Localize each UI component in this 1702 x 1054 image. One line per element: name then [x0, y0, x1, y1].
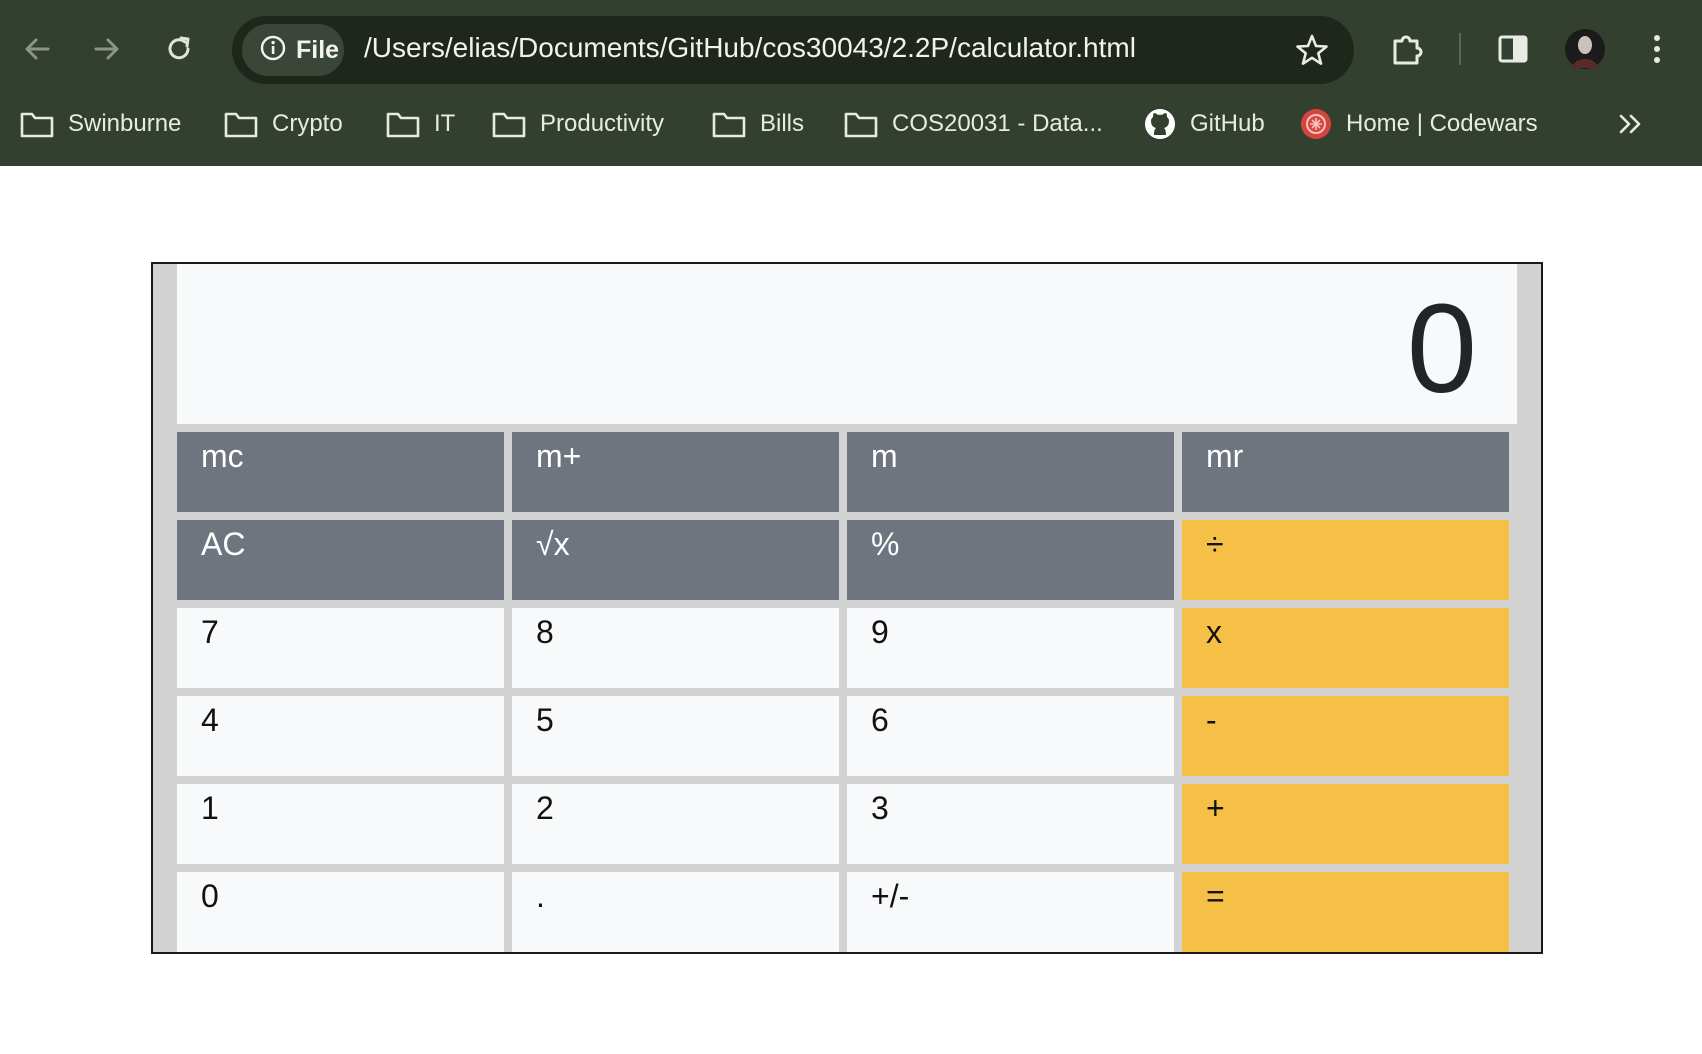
- calculator-display: 0: [177, 264, 1517, 424]
- bookmarks-bar: Swinburne Crypto IT Productivity Bills C…: [0, 104, 1702, 144]
- bookmark-github[interactable]: GitHub: [1144, 104, 1265, 144]
- folder-icon: [492, 110, 526, 138]
- url-text[interactable]: /Users/elias/Documents/GitHub/cos30043/2…: [364, 32, 1136, 64]
- key-label: .: [536, 878, 545, 914]
- key-memory-clear[interactable]: mc: [177, 432, 504, 512]
- bookmark-label: IT: [434, 110, 456, 137]
- display-value: 0: [1406, 278, 1477, 419]
- key-label: 8: [536, 614, 554, 650]
- key-memory-add[interactable]: m+: [512, 432, 839, 512]
- bookmark-label: Bills: [760, 110, 805, 137]
- more-bookmarks-chevron-icon[interactable]: [1618, 104, 1644, 144]
- bookmark-label: GitHub: [1190, 110, 1265, 137]
- bookmark-star-icon[interactable]: [1286, 24, 1338, 76]
- key-8[interactable]: 8: [512, 608, 839, 688]
- bookmark-label: COS20031 - Data...: [892, 110, 1103, 137]
- info-icon: [260, 35, 286, 66]
- github-icon: [1144, 108, 1176, 140]
- key-5[interactable]: 5: [512, 696, 839, 776]
- key-label: m: [871, 438, 898, 474]
- key-decimal[interactable]: .: [512, 872, 839, 952]
- bookmark-swinburne[interactable]: Swinburne: [20, 104, 181, 144]
- keypad: mc m+ m mr AC √x % ÷ 7 8 9 x 4 5 6 - 1 2…: [177, 432, 1511, 952]
- toolbar-divider: [1459, 33, 1461, 65]
- key-label: +/-: [871, 878, 910, 914]
- extensions-puzzle-icon[interactable]: [1384, 26, 1430, 72]
- key-label: 3: [871, 790, 889, 826]
- key-label: 0: [201, 878, 219, 914]
- key-1[interactable]: 1: [177, 784, 504, 864]
- key-9[interactable]: 9: [847, 608, 1174, 688]
- browser-chrome: File /Users/elias/Documents/GitHub/cos30…: [0, 0, 1702, 166]
- key-label: AC: [201, 526, 246, 562]
- folder-icon: [386, 110, 420, 138]
- bookmark-label: Home | Codewars: [1346, 110, 1538, 137]
- side-panel-icon[interactable]: [1490, 26, 1536, 72]
- calculator: 0 mc m+ m mr AC √x % ÷ 7 8 9 x 4 5 6 - 1…: [151, 262, 1543, 954]
- key-square-root[interactable]: √x: [512, 520, 839, 600]
- key-7[interactable]: 7: [177, 608, 504, 688]
- key-label: x: [1206, 614, 1222, 650]
- key-all-clear[interactable]: AC: [177, 520, 504, 600]
- bookmark-codewars[interactable]: Home | Codewars: [1300, 104, 1538, 144]
- key-label: 4: [201, 702, 219, 738]
- key-divide[interactable]: ÷: [1182, 520, 1509, 600]
- key-label: 7: [201, 614, 219, 650]
- bookmark-productivity[interactable]: Productivity: [492, 104, 664, 144]
- key-label: -: [1206, 702, 1217, 738]
- forward-arrow-icon[interactable]: [84, 26, 130, 72]
- key-label: 1: [201, 790, 219, 826]
- key-label: √x: [536, 526, 570, 562]
- key-label: mc: [201, 438, 244, 474]
- bookmark-bills[interactable]: Bills: [712, 104, 804, 144]
- file-chip-label: File: [296, 35, 340, 64]
- key-label: ÷: [1206, 526, 1224, 562]
- key-percent[interactable]: %: [847, 520, 1174, 600]
- folder-icon: [224, 110, 258, 138]
- more-menu-icon[interactable]: [1634, 26, 1680, 72]
- key-label: 2: [536, 790, 554, 826]
- key-label: 9: [871, 614, 889, 650]
- bookmark-label: Swinburne: [68, 110, 182, 137]
- key-label: =: [1206, 878, 1225, 914]
- key-6[interactable]: 6: [847, 696, 1174, 776]
- bookmark-label: Productivity: [540, 110, 665, 137]
- address-bar[interactable]: File /Users/elias/Documents/GitHub/cos30…: [232, 16, 1354, 84]
- bookmark-cos20031[interactable]: COS20031 - Data...: [844, 104, 1103, 144]
- folder-icon: [712, 110, 746, 138]
- bookmark-crypto[interactable]: Crypto: [224, 104, 343, 144]
- bookmark-label: Crypto: [272, 110, 343, 137]
- key-label: +: [1206, 790, 1225, 826]
- key-label: m+: [536, 438, 582, 474]
- key-subtract[interactable]: -: [1182, 696, 1509, 776]
- key-0[interactable]: 0: [177, 872, 504, 952]
- profile-avatar[interactable]: [1562, 26, 1608, 72]
- key-label: 5: [536, 702, 554, 738]
- key-add[interactable]: +: [1182, 784, 1509, 864]
- site-info-chip[interactable]: File: [242, 24, 344, 76]
- key-memory-recall[interactable]: mr: [1182, 432, 1509, 512]
- folder-icon: [844, 110, 878, 138]
- key-label: %: [871, 526, 900, 562]
- key-2[interactable]: 2: [512, 784, 839, 864]
- key-3[interactable]: 3: [847, 784, 1174, 864]
- key-toggle-sign[interactable]: +/-: [847, 872, 1174, 952]
- key-4[interactable]: 4: [177, 696, 504, 776]
- back-arrow-icon[interactable]: [14, 26, 60, 72]
- key-memory[interactable]: m: [847, 432, 1174, 512]
- codewars-icon: [1300, 108, 1332, 140]
- key-equals[interactable]: =: [1182, 872, 1509, 952]
- bookmark-it[interactable]: IT: [386, 104, 455, 144]
- reload-icon[interactable]: [156, 26, 202, 72]
- folder-icon: [20, 110, 54, 138]
- key-multiply[interactable]: x: [1182, 608, 1509, 688]
- key-label: 6: [871, 702, 889, 738]
- key-label: mr: [1206, 438, 1244, 474]
